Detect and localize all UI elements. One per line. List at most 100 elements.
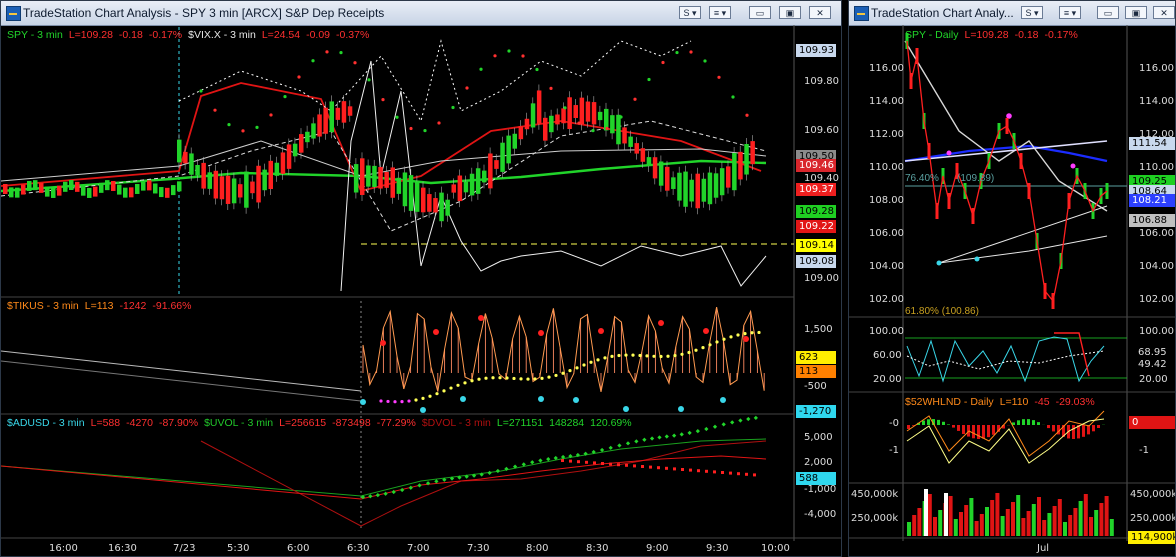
chart-canvas[interactable]	[849, 1, 1176, 557]
price-axis-tick: 108.00	[869, 195, 904, 206]
price-candle	[341, 101, 347, 123]
volume-bar	[1094, 510, 1099, 536]
tick-average-dot	[652, 354, 656, 358]
price-axis-tick-right: 102.00	[1139, 294, 1174, 305]
price-candle	[360, 158, 365, 195]
price-candle	[738, 151, 743, 180]
tick-average-dot	[463, 381, 467, 385]
volume-axis-tick: 450,000k	[851, 489, 899, 500]
price-candle	[671, 177, 676, 189]
volume-bar	[927, 494, 932, 536]
chart-window-spy-daily: TradeStation Chart Analy... S ▾ ≡ ▾ ▭ ▣ …	[848, 0, 1176, 557]
adusd-dot	[672, 433, 677, 438]
tick-average-dot	[526, 377, 530, 381]
price-candle	[87, 187, 92, 198]
price-candle	[719, 168, 725, 196]
price-candle	[524, 118, 530, 130]
tick-average-dot	[568, 369, 572, 373]
chart-window-spy-3min: TradeStation Chart Analysis - SPY 3 min …	[0, 0, 842, 557]
indicator-dot	[591, 129, 595, 133]
price-candle	[518, 126, 524, 140]
uvol-symbol-label: $UVOL - 3 min	[204, 417, 274, 429]
tick-average-dot	[638, 353, 642, 358]
volume-bar	[1068, 515, 1073, 536]
tick-average-dot	[603, 356, 607, 360]
price-candle	[45, 186, 50, 197]
price-candle	[469, 173, 475, 196]
price-candle	[129, 187, 134, 198]
tick-average-dot	[498, 376, 502, 380]
tick-average-dot	[687, 350, 691, 355]
whlnd-histogram-bar	[947, 424, 950, 425]
price-candle	[689, 179, 694, 202]
price-candle	[634, 143, 639, 154]
tick-average-dot	[659, 354, 663, 359]
price-candle	[378, 167, 383, 189]
indicator-dot	[227, 123, 231, 127]
adusd-dot	[687, 430, 692, 436]
price-candle	[482, 170, 487, 183]
tick-high-marker	[743, 336, 749, 342]
volume-axis-tick-right: 450,000k	[1130, 489, 1176, 500]
price-candle	[183, 151, 188, 164]
stoch-badge: 49.42	[1135, 358, 1175, 371]
whlnd-histogram-bar	[907, 425, 910, 429]
price-badge: 109.46	[796, 159, 836, 172]
chart-canvas[interactable]	[1, 1, 842, 557]
price-candle	[153, 183, 158, 194]
uvol-change-value: -873498	[332, 417, 371, 429]
tick-average-dot	[379, 399, 383, 403]
whlnd-histogram-bar	[1037, 422, 1040, 425]
whlnd-legend: $52WHLND - Daily L=110 -45 -29.03%	[905, 396, 1101, 408]
time-axis-tick: 8:30	[586, 543, 609, 554]
price-candle	[567, 97, 572, 130]
volume-bar	[1078, 501, 1083, 536]
price-candle	[536, 90, 542, 124]
breadth-axis-tick: -1,000	[804, 484, 837, 495]
tick-average-dot	[715, 340, 719, 344]
pivot-low-marker	[974, 256, 980, 262]
volume-bar	[1052, 506, 1057, 536]
breadth-axis-tick: 5,000	[804, 432, 833, 443]
dvol-line	[200, 440, 767, 527]
indicator-dot	[213, 108, 217, 112]
time-axis-tick: 9:00	[646, 543, 669, 554]
price-candle	[63, 181, 68, 192]
tick-high-marker	[433, 329, 439, 335]
indicator-dot	[661, 60, 665, 65]
price-candle	[402, 172, 408, 207]
price-candle	[475, 168, 481, 194]
tick-low-marker	[360, 399, 366, 405]
tick-average-dot	[491, 376, 495, 380]
uvol-last-value: L=256615	[279, 417, 327, 429]
volume-bar	[1016, 495, 1021, 536]
spy-change-value: -0.18	[118, 29, 143, 41]
volume-axis-tick: 250,000k	[851, 513, 899, 524]
spy-daily-last-value: L=109.28	[964, 29, 1009, 41]
adusd-dot	[487, 470, 492, 476]
adusd-dot	[546, 456, 551, 462]
price-badge: 108.21	[1129, 194, 1175, 207]
tick-average-dot	[505, 376, 509, 380]
indicator-dot	[479, 67, 483, 71]
stoch-axis-tick: 20.00	[873, 374, 902, 385]
price-candle	[75, 181, 80, 192]
volume-bar	[924, 489, 928, 536]
price-candle	[591, 102, 597, 125]
whlnd-histogram-bar	[1032, 420, 1035, 425]
tick-average-dot	[596, 358, 600, 362]
tick-average-dot	[449, 386, 453, 390]
indicator-dot	[437, 121, 441, 125]
price-candle	[555, 114, 560, 125]
fib-level-value: (109.89)	[957, 173, 995, 184]
vix-last-value: L=24.54	[261, 29, 301, 41]
adusd-dot	[577, 460, 580, 464]
breadth-axis-tick: -4,000	[804, 509, 837, 520]
price-axis-tick-right: 106.00	[1139, 228, 1174, 239]
adusd-dot	[608, 445, 613, 450]
tick-line	[1, 360, 362, 402]
tick-low-marker	[538, 396, 544, 402]
whlnd-histogram-bar	[962, 425, 965, 435]
tick-low-marker	[678, 406, 684, 412]
adusd-dot	[673, 467, 676, 471]
